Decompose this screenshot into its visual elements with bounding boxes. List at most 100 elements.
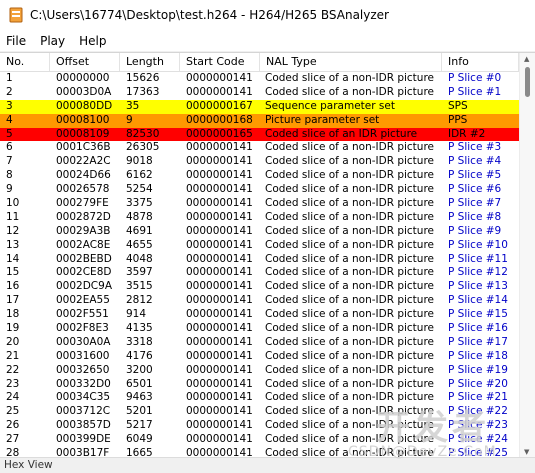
cell-no: 27	[6, 433, 20, 446]
table-row[interactable]: 20 00030A0A 3318 0000000141 Coded slice of a…	[0, 335, 519, 350]
nal-list: No. Offset Length Start Code NAL Type In…	[0, 52, 535, 458]
table-row[interactable]: 1 00000000 15626 0000000141 Coded slice of a…	[0, 72, 519, 86]
cell-length: 6049	[126, 433, 153, 446]
cell-length: 5254	[126, 183, 153, 196]
cell-nal-type: Coded slice of a non-IDR picture	[265, 72, 434, 84]
cell-start-code: 0000000141	[186, 308, 253, 321]
cell-nal-type: Coded slice of a non-IDR picture	[265, 141, 434, 154]
table-row[interactable]: 9 00026578 5254 0000000141 Coded slice of a …	[0, 183, 519, 198]
cell-length: 4176	[126, 349, 153, 362]
cell-offset: 00000000	[56, 72, 110, 84]
cell-start-code: 0000000141	[186, 197, 253, 210]
table-row[interactable]: 11 0002872D 4878 0000000141 Coded slice of a…	[0, 210, 519, 225]
table-row[interactable]: 2 00003D0A 17363 0000000141 Coded slice of a…	[0, 85, 519, 100]
cell-length: 3318	[126, 335, 153, 348]
cell-no: 15	[6, 266, 20, 279]
cell-info: P Slice #21	[448, 391, 508, 404]
cell-no: 21	[6, 349, 20, 362]
cell-length: 2812	[126, 294, 153, 307]
table-row[interactable]: 25 0003712C 5201 0000000141 Coded slice of a…	[0, 405, 519, 420]
cell-offset: 0002AC8E	[56, 238, 111, 251]
cell-length: 4048	[126, 252, 153, 265]
cell-nal-type: Coded slice of a non-IDR picture	[265, 280, 434, 293]
cell-length: 26305	[126, 141, 160, 154]
cell-info: P Slice #20	[448, 377, 508, 390]
cell-nal-type: Coded slice of a non-IDR picture	[265, 391, 434, 404]
cell-start-code: 0000000141	[186, 363, 253, 376]
cell-nal-type: Coded slice of a non-IDR picture	[265, 197, 434, 210]
cell-start-code: 0000000141	[186, 252, 253, 265]
cell-offset: 00008100	[56, 113, 110, 126]
table-row[interactable]: 16 0002DC9A 3515 0000000141 Coded slice of a…	[0, 280, 519, 295]
cell-nal-type: Coded slice of a non-IDR picture	[265, 183, 434, 196]
table-row[interactable]: 26 0003857D 5217 0000000141 Coded slice of a…	[0, 419, 519, 434]
cell-length: 3375	[126, 197, 153, 210]
table-row[interactable]: 3 000080DD 35 0000000167 Sequence parameter …	[0, 99, 519, 114]
cell-no: 11	[6, 210, 20, 223]
table-row[interactable]: 5 00008109 82530 0000000165 Coded slice of a…	[0, 127, 519, 142]
cell-length: 4135	[126, 322, 153, 335]
table-row[interactable]: 15 0002CE8D 3597 0000000141 Coded slice of a…	[0, 266, 519, 281]
menu-play[interactable]: Play	[33, 34, 72, 48]
table-row[interactable]: 12 00029A3B 4691 0000000141 Coded slice of a…	[0, 224, 519, 239]
table-row[interactable]: 21 00031600 4176 0000000141 Coded slice of a…	[0, 349, 519, 364]
cell-info: P Slice #6	[448, 183, 502, 196]
cell-info: P Slice #1	[448, 85, 502, 98]
menu-file[interactable]: File	[0, 34, 33, 48]
cell-offset: 000399DE	[56, 433, 111, 446]
title-bar: C:\Users\16774\Desktop\test.h264 - H264/…	[0, 0, 535, 30]
cell-length: 4655	[126, 238, 153, 251]
scroll-down-arrow-icon[interactable]: ▼	[524, 448, 529, 456]
table-row[interactable]: 27 000399DE 6049 0000000141 Coded slice of a…	[0, 433, 519, 448]
cell-no: 1	[6, 72, 13, 84]
column-header-info[interactable]: Info	[442, 53, 519, 71]
cell-no: 4	[6, 113, 13, 126]
table-row[interactable]: 22 00032650 3200 0000000141 Coded slice of a…	[0, 363, 519, 378]
table-row[interactable]: 24 00034C35 9463 0000000141 Coded slice of a…	[0, 391, 519, 406]
cell-offset: 00029A3B	[56, 224, 111, 237]
cell-nal-type: Coded slice of a non-IDR picture	[265, 335, 434, 348]
cell-nal-type: Coded slice of a non-IDR picture	[265, 363, 434, 376]
table-row[interactable]: 14 0002BEBD 4048 0000000141 Coded slice of a…	[0, 252, 519, 267]
scroll-up-arrow-icon[interactable]: ▲	[524, 55, 529, 63]
cell-nal-type: Picture parameter set	[265, 113, 380, 126]
table-row[interactable]: 19 0002F8E3 4135 0000000141 Coded slice of a…	[0, 322, 519, 336]
scrollbar-thumb[interactable]	[525, 67, 530, 97]
table-row[interactable]: 7 00022A2C 9018 0000000141 Coded slice of a …	[0, 155, 519, 170]
cell-length: 9463	[126, 391, 153, 404]
vertical-scrollbar[interactable]: ▲ ▼	[519, 53, 535, 458]
menu-help[interactable]: Help	[72, 34, 113, 48]
status-hex-view: Hex View	[4, 459, 53, 471]
column-header-no[interactable]: No.	[0, 53, 50, 71]
cell-offset: 00026578	[56, 183, 110, 196]
cell-length: 15626	[126, 72, 160, 84]
column-header-nal-type[interactable]: NAL Type	[260, 53, 442, 71]
cell-start-code: 0000000141	[186, 349, 253, 362]
table-row[interactable]: 6 0001C36B 26305 0000000141 Coded slice of a…	[0, 141, 519, 156]
cell-no: 3	[6, 99, 13, 112]
cell-start-code: 0000000165	[186, 127, 253, 140]
table-row[interactable]: 17 0002EA55 2812 0000000141 Coded slice of a…	[0, 294, 519, 309]
cell-nal-type: Coded slice of a non-IDR picture	[265, 224, 434, 237]
cell-offset: 0003857D	[56, 419, 111, 432]
cell-offset: 000332D0	[56, 377, 111, 390]
table-row[interactable]: 4 00008100 9 0000000168 Picture parameter se…	[0, 113, 519, 128]
table-row[interactable]: 23 000332D0 6501 0000000141 Coded slice of a…	[0, 377, 519, 392]
cell-length: 82530	[126, 127, 160, 140]
table-row[interactable]: 13 0002AC8E 4655 0000000141 Coded slice of a…	[0, 238, 519, 253]
cell-nal-type: Coded slice of a non-IDR picture	[265, 377, 434, 390]
cell-nal-type: Coded slice of a non-IDR picture	[265, 322, 434, 335]
cell-nal-type: Coded slice of a non-IDR picture	[265, 169, 434, 182]
table-row[interactable]: 8 00024D66 6162 0000000141 Coded slice of a …	[0, 169, 519, 184]
cell-info: P Slice #10	[448, 238, 508, 251]
column-header-offset[interactable]: Offset	[50, 53, 120, 71]
table-row[interactable]: 10 000279FE 3375 0000000141 Coded slice of a…	[0, 197, 519, 211]
cell-no: 12	[6, 224, 20, 237]
column-header-start-code[interactable]: Start Code	[180, 53, 260, 71]
cell-nal-type: Coded slice of a non-IDR picture	[265, 308, 434, 321]
column-header-length[interactable]: Length	[120, 53, 180, 71]
cell-info: P Slice #8	[448, 210, 502, 223]
table-row[interactable]: 18 0002F551 914 0000000141 Coded slice of a …	[0, 308, 519, 323]
cell-info: P Slice #15	[448, 308, 508, 321]
cell-start-code: 0000000141	[186, 280, 253, 293]
